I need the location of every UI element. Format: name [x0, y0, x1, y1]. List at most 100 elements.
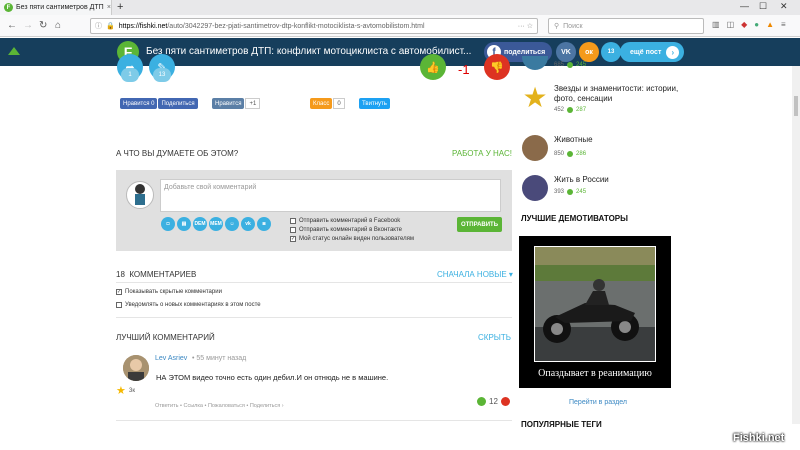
info-icon[interactable]: ⓘ: [95, 21, 102, 31]
post-rating: -1: [458, 62, 470, 77]
lock-icon: 🔒: [106, 23, 115, 30]
ok-class-button[interactable]: Класс: [310, 98, 333, 109]
work-with-us-link[interactable]: РАБОТА У НАС!: [452, 149, 512, 158]
sidebar-category[interactable]: Животные 850 286: [522, 135, 593, 161]
fishki-favicon-icon: F: [4, 3, 13, 12]
option-vk[interactable]: Отправить комментарий в Вконтакте: [290, 227, 402, 233]
checkbox-checked[interactable]: ✓: [290, 236, 296, 242]
category-title[interactable]: Животные: [554, 135, 593, 145]
more-post-label: ещё пост: [630, 48, 662, 56]
category-stats: 850 286: [554, 151, 587, 157]
checkbox[interactable]: [290, 218, 296, 224]
thumbs-up-icon[interactable]: 👍: [420, 54, 446, 80]
sidebar-category[interactable]: 685 245: [522, 56, 586, 70]
sidebar-icon[interactable]: ◫: [727, 20, 735, 29]
film-icon[interactable]: ▤: [177, 217, 191, 231]
go-to-section-link[interactable]: Перейти в раздел: [569, 399, 627, 406]
menu-icon[interactable]: ≡: [781, 20, 786, 29]
facebook-share-small-button[interactable]: Поделиться: [158, 98, 198, 109]
search-placeholder: Поиск: [563, 22, 583, 30]
option-label: Отправить комментарий в Facebook: [299, 218, 401, 224]
sidebar-category[interactable]: Жить в России 393 245: [522, 175, 609, 201]
category-title[interactable]: Жить в России: [554, 175, 609, 185]
instagram-icon[interactable]: ◙: [257, 217, 271, 231]
more-post-button[interactable]: ещё пост ›: [620, 42, 684, 62]
facebook-like-button[interactable]: Нравится 0: [120, 98, 158, 109]
popular-tags-heading: ПОПУЛЯРНЫЕ ТЕГИ: [521, 420, 602, 429]
scroll-top-icon[interactable]: [8, 47, 20, 55]
demotivator-photo: [534, 246, 656, 362]
facebook-like-widget[interactable]: Нравится 0 Поделиться: [120, 98, 198, 109]
ok-class-widget[interactable]: Класс 0: [310, 98, 345, 109]
reload-icon[interactable]: ↻: [39, 20, 47, 31]
thumbs-down-icon[interactable]: 👎: [484, 54, 510, 80]
show-hidden-option[interactable]: ✓ Показывать скрытые комментарии: [116, 289, 222, 295]
back-icon[interactable]: ←: [7, 20, 17, 31]
camera-icon[interactable]: ◘: [161, 217, 175, 231]
option-label: Уведомлять о новых комментариях в этом п…: [125, 302, 261, 308]
category-stats: 452 287: [554, 107, 587, 113]
forward-icon[interactable]: →: [23, 20, 33, 31]
watermark: Fishki.net: [733, 432, 785, 444]
minimize-icon[interactable]: —: [740, 1, 749, 11]
share-count: 13: [601, 42, 621, 62]
comment-author[interactable]: Lev Asriev: [155, 355, 187, 362]
vk-like-button[interactable]: Нравится: [212, 98, 245, 109]
thumbs-down-icon[interactable]: [500, 397, 510, 406]
home-icon[interactable]: ⌂: [55, 20, 61, 31]
sort-dropdown[interactable]: СНАЧАЛА НОВЫЕ ▾: [437, 270, 513, 279]
chevron-down-icon: ▾: [508, 270, 513, 279]
url-text: https://fishki.net/auto/3042297-bez-pjat…: [118, 22, 425, 30]
sidebar-category[interactable]: ★ Звезды и знаменитости: истории, фото, …: [522, 81, 694, 113]
comment-input[interactable]: Добавьте свой комментарий: [160, 179, 501, 212]
twitter-widget[interactable]: Твитнуть: [359, 98, 390, 109]
search-input[interactable]: ⚲ Поиск: [548, 18, 704, 34]
scrollbar-thumb[interactable]: [794, 96, 798, 116]
dem-icon[interactable]: DEM: [193, 217, 207, 231]
star-icon: ★: [116, 385, 126, 397]
views-icon: [567, 62, 574, 68]
browser-tab[interactable]: F Без пяти сантиметров ДТП: ко ×: [0, 0, 112, 15]
vk-like-widget[interactable]: Нравится +1: [212, 98, 261, 109]
avatar[interactable]: [123, 355, 149, 381]
page-scrollbar[interactable]: [792, 66, 800, 424]
vk-icon[interactable]: vk: [241, 217, 255, 231]
share-count: 1: [121, 68, 139, 82]
star-icon: ★: [522, 81, 548, 113]
thumbs-up-icon[interactable]: [477, 397, 486, 406]
hide-link[interactable]: СКРЫТЬ: [478, 333, 511, 342]
address-bar[interactable]: ⓘ 🔒 https://fishki.net/auto/3042297-bez-…: [90, 18, 538, 34]
comment-vote-count: 12: [489, 397, 498, 406]
maximize-icon[interactable]: ☐: [759, 1, 767, 12]
divider: [116, 420, 512, 421]
tab-close-icon[interactable]: ×: [107, 4, 111, 11]
shield-icon[interactable]: ◆: [741, 20, 747, 29]
checkbox[interactable]: [290, 227, 296, 233]
notify-option[interactable]: Уведомлять о новых комментариях в этом п…: [116, 302, 261, 308]
window-close-icon[interactable]: ✕: [780, 1, 788, 12]
comment-form-heading: А ЧТО ВЫ ДУМАЕТЕ ОБ ЭТОМ?: [116, 149, 239, 158]
option-online-status[interactable]: ✓ Мой статус онлайн виден пользователям: [290, 236, 414, 242]
tweet-button[interactable]: Твитнуть: [359, 98, 390, 109]
mem-icon[interactable]: MEM: [209, 217, 223, 231]
category-image: [522, 56, 548, 70]
user-rating: 3к: [129, 388, 135, 394]
search-icon: ⚲: [554, 23, 560, 30]
checkbox[interactable]: [116, 302, 122, 308]
send-button[interactable]: ОТПРАВИТЬ: [457, 217, 502, 232]
comment-votes: 12: [477, 397, 510, 406]
checkbox-checked[interactable]: ✓: [116, 289, 122, 295]
option-label: Показывать скрытые комментарии: [125, 289, 222, 295]
comment-actions[interactable]: Ответить • Ссылка • Пожаловаться • Подел…: [155, 403, 284, 409]
library-icon[interactable]: ▥: [712, 20, 720, 29]
new-tab-button[interactable]: +: [117, 1, 123, 13]
category-title[interactable]: Звезды и знаменитости: истории, фото, се…: [554, 84, 694, 104]
extension-icon[interactable]: ●: [754, 20, 759, 29]
extension-icon[interactable]: ▲: [766, 20, 774, 29]
page-actions-icon[interactable]: ··· ☆: [518, 22, 533, 30]
smile-icon[interactable]: ☺: [225, 217, 239, 231]
option-label: Отправить комментарий в Вконтакте: [299, 227, 402, 233]
comments-heading: 18 КОММЕНТАРИЕВ: [116, 270, 197, 279]
ok-class-count: 0: [333, 98, 345, 109]
option-facebook[interactable]: Отправить комментарий в Facebook: [290, 218, 400, 224]
